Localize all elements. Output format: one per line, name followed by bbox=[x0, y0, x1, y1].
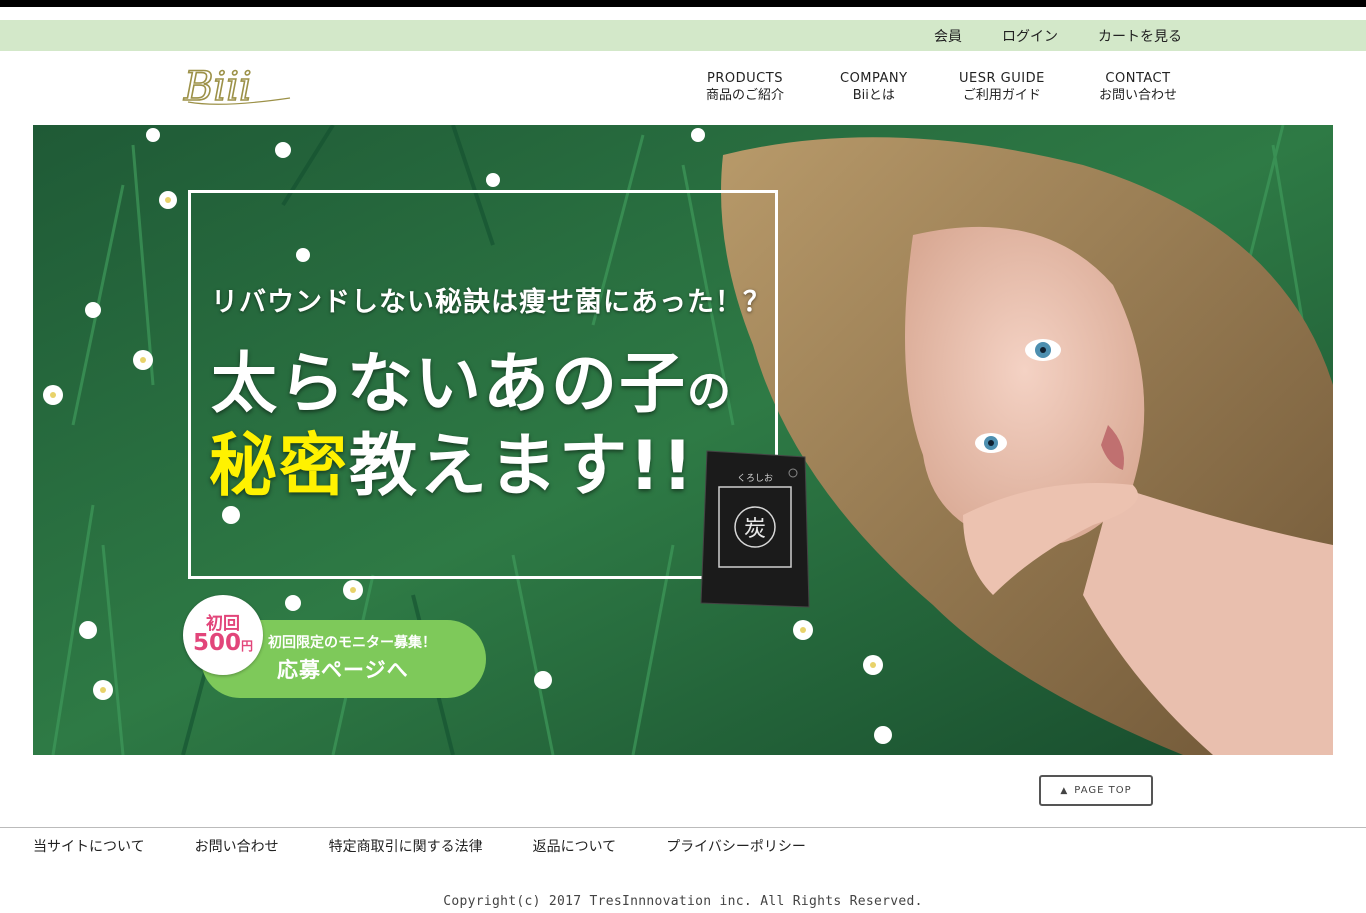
nav-products-jp: 商品のご紹介 bbox=[706, 88, 785, 103]
footer-divider bbox=[0, 827, 1366, 828]
hero-main-copy-line2: 秘密教えます!! bbox=[209, 410, 695, 509]
apply-button-caption: 初回限定のモニター募集！ bbox=[268, 635, 436, 651]
apply-button-label: 応募ページへ bbox=[277, 658, 409, 682]
package-sub-label: くろしお bbox=[737, 473, 773, 484]
member-links: 会員 ログイン カートを見る bbox=[894, 20, 1182, 51]
package-kanji: 炭 bbox=[744, 517, 766, 542]
nav-contact-en: CONTACT bbox=[1105, 71, 1171, 86]
nav-company-jp: Biiとは bbox=[852, 88, 895, 103]
footer-link-commerce-law[interactable]: 特定商取引に関する法律 bbox=[329, 836, 483, 856]
nav-company[interactable]: COMPANY Biiとは bbox=[840, 70, 908, 104]
nav-company-en: COMPANY bbox=[840, 71, 908, 86]
top-black-bar bbox=[0, 0, 1366, 7]
nav-contact-jp: お問い合わせ bbox=[1099, 88, 1178, 103]
hero-highlight-text: 秘密 bbox=[209, 427, 350, 506]
page-top-button[interactable]: ▲ PAGE TOP bbox=[1039, 775, 1153, 806]
footer-link-contact[interactable]: お問い合わせ bbox=[195, 836, 279, 856]
price-amount: 500 bbox=[192, 630, 241, 656]
hero-main-copy-line2-text: 教えます!! bbox=[349, 427, 696, 506]
footer-nav: 当サイトについて お問い合わせ 特定商取引に関する法律 返品について プライバシ… bbox=[33, 836, 856, 856]
member-bar: 会員 ログイン カートを見る bbox=[0, 20, 1366, 51]
nav-user-guide-jp: ご利用ガイド bbox=[962, 88, 1041, 103]
page-top-label: PAGE TOP bbox=[1074, 785, 1132, 796]
nav-user-guide-en: UESR GUIDE bbox=[959, 71, 1045, 86]
member-link[interactable]: 会員 bbox=[934, 26, 962, 46]
price-badge-value: 500円 bbox=[183, 630, 263, 656]
nav-user-guide[interactable]: UESR GUIDE ご利用ガイド bbox=[959, 70, 1045, 104]
footer-link-returns[interactable]: 返品について bbox=[533, 836, 617, 856]
copyright: Copyright(c) 2017 TresInnnovation inc. A… bbox=[443, 894, 923, 909]
cart-link[interactable]: カートを見る bbox=[1098, 26, 1182, 46]
footer-link-privacy[interactable]: プライバシーポリシー bbox=[666, 836, 806, 856]
up-arrow-icon: ▲ bbox=[1060, 785, 1069, 796]
footer-link-about[interactable]: 当サイトについて bbox=[33, 836, 145, 856]
hero-banner: リバウンドしない秘訣は痩せ菌にあった！？ 太らないあの子の 秘密教えます!! 炭… bbox=[33, 125, 1333, 755]
price-yen: 円 bbox=[241, 639, 254, 653]
price-badge: 初回 500円 bbox=[183, 595, 263, 675]
hero-sub-copy: リバウンドしない秘訣は痩せ菌にあった！？ bbox=[211, 287, 771, 318]
site-logo[interactable]: Biii bbox=[182, 58, 297, 111]
login-link[interactable]: ログイン bbox=[1002, 26, 1058, 46]
nav-products[interactable]: PRODUCTS 商品のご紹介 bbox=[706, 70, 784, 104]
nav-contact[interactable]: CONTACT お問い合わせ bbox=[1099, 70, 1177, 104]
nav-products-en: PRODUCTS bbox=[707, 71, 783, 86]
product-package-image: 炭 くろしお bbox=[697, 447, 812, 615]
